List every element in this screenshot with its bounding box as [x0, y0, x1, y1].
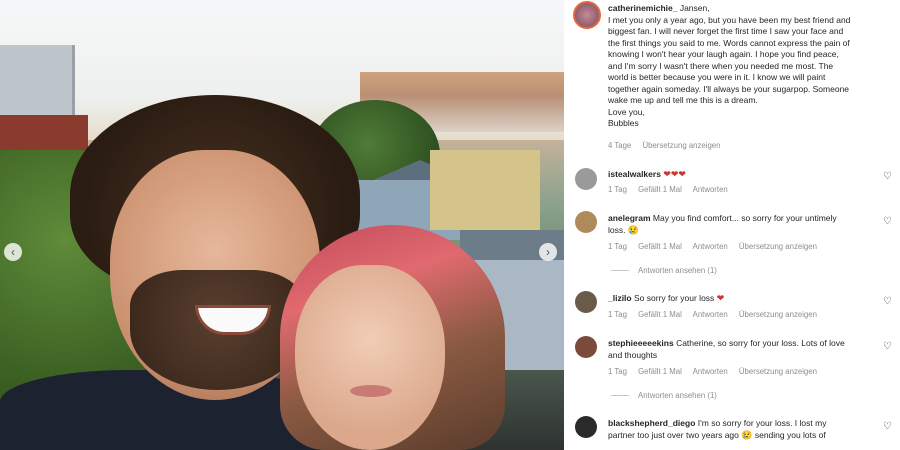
photo-yellow-house	[430, 150, 540, 230]
view-replies-link[interactable]: Antworten ansehen (1)	[638, 391, 717, 400]
prev-photo-button[interactable]: ‹	[4, 243, 22, 261]
comment-username[interactable]: istealwalkers	[608, 169, 661, 179]
comment-text: istealwalkers ❤❤❤	[608, 169, 686, 181]
post-translate-link[interactable]: Übersetzung anzeigen	[642, 141, 720, 150]
chevron-left-icon: ‹	[11, 245, 15, 259]
view-replies-link[interactable]: Antworten ansehen (1)	[638, 266, 717, 275]
like-heart-icon[interactable]: ♡	[883, 421, 892, 432]
comment-text: blackshepherd_diego I'm so sorry for you…	[608, 418, 827, 440]
like-heart-icon[interactable]: ♡	[883, 171, 892, 182]
photo-woman-lips	[350, 385, 392, 397]
comment-text: _lizilo So sorry for your loss ❤	[608, 293, 725, 303]
comment-avatar[interactable]	[575, 168, 597, 190]
comment-avatar[interactable]	[575, 211, 597, 233]
comment-text: anelegram May you find comfort... so sor…	[608, 213, 837, 235]
crying-emoji: 😢	[627, 224, 640, 235]
like-heart-icon[interactable]: ♡	[883, 296, 892, 307]
comment-avatar[interactable]	[575, 416, 597, 438]
comment-meta: 1 Tag Gefällt 1 Mal Antworten Übersetzun…	[608, 310, 817, 319]
author-username[interactable]: catherinemichie_	[608, 3, 677, 13]
comment-username[interactable]: _lizilo	[608, 293, 632, 303]
post-photo: ‹ ›	[0, 0, 564, 450]
post-meta: 4 Tage Übersetzung anzeigen	[608, 141, 729, 150]
comment-username[interactable]: stephieeeeekins	[608, 338, 674, 348]
heart-emoji: ❤	[716, 293, 725, 303]
next-photo-button[interactable]: ›	[539, 243, 557, 261]
post-age: 4 Tage	[608, 141, 632, 150]
post-caption: catherinemichie_ Jansen, I met you only …	[608, 3, 851, 128]
comment-avatar[interactable]	[575, 291, 597, 313]
photo-woman-face	[295, 265, 445, 450]
reply-divider	[611, 395, 629, 396]
heart-emoji: ❤❤❤	[663, 169, 686, 179]
comment-meta: 1 Tag Gefällt 1 Mal Antworten Übersetzun…	[608, 242, 817, 251]
like-heart-icon[interactable]: ♡	[883, 216, 892, 227]
reply-divider	[611, 270, 629, 271]
chevron-right-icon: ›	[546, 245, 550, 259]
comment-meta: 1 Tag Gefällt 1 Mal Antworten	[608, 185, 728, 194]
author-avatar[interactable]	[573, 1, 601, 29]
comment-username[interactable]: anelegram	[608, 213, 651, 223]
comment-meta: 1 Tag Gefällt 1 Mal Antworten Übersetzun…	[608, 367, 817, 376]
comment-avatar[interactable]	[575, 336, 597, 358]
like-heart-icon[interactable]: ♡	[883, 341, 892, 352]
comment-text: stephieeeeekins Catherine, so sorry for …	[608, 338, 845, 360]
comment-username[interactable]: blackshepherd_diego	[608, 418, 695, 428]
crying-emoji: 😢	[741, 429, 753, 440]
